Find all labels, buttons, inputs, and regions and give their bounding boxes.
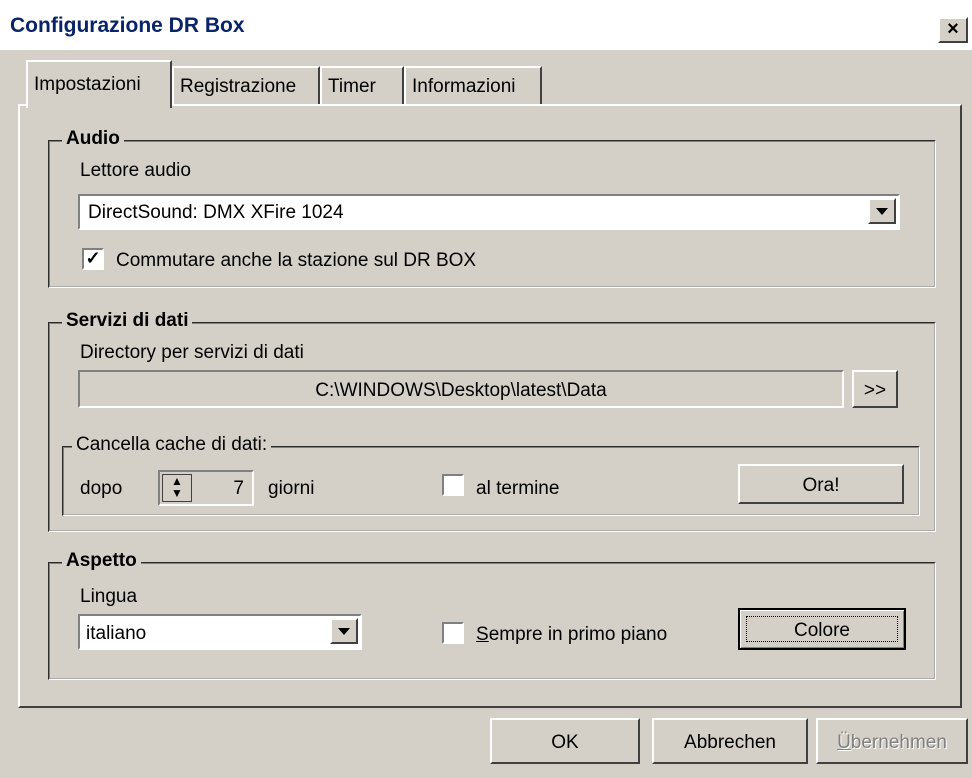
tab-label: Informazioni: [412, 76, 516, 97]
window-title: Configurazione DR Box: [10, 14, 245, 37]
data-services-legend: Servizi di dati: [62, 310, 193, 332]
on-exit-label: al termine: [476, 478, 560, 499]
dropdown-button[interactable]: [868, 198, 896, 224]
apply-label: bernehmen: [850, 732, 947, 753]
tab-label: Timer: [328, 76, 376, 97]
tab-informazioni[interactable]: Informazioni: [404, 66, 542, 106]
audio-legend: Audio: [62, 128, 124, 150]
tab-registrazione[interactable]: Registrazione: [172, 66, 320, 106]
color-button[interactable]: Colore: [738, 608, 906, 650]
cancel-button[interactable]: Abbrechen: [652, 718, 808, 764]
tab-label: Registrazione: [180, 76, 297, 97]
close-button[interactable]: ×: [938, 17, 968, 43]
chevron-down-icon: [338, 627, 350, 635]
cache-after-label: dopo: [80, 478, 123, 499]
cache-days-value: 7: [233, 478, 244, 499]
on-exit-checkbox[interactable]: [442, 474, 464, 496]
cancel-label: Abbrechen: [684, 732, 776, 753]
close-icon: ×: [947, 18, 959, 40]
accel-key: Ü: [837, 732, 851, 753]
always-on-top-checkbox[interactable]: [442, 622, 464, 644]
label-rest: empre in primo piano: [488, 624, 668, 645]
chevron-down-icon: [876, 207, 888, 215]
ok-label: OK: [551, 732, 579, 753]
language-label: Lingua: [80, 586, 138, 607]
clear-now-button[interactable]: Ora!: [738, 464, 904, 504]
language-value: italiano: [86, 623, 147, 644]
switch-station-label: Commutare anche la stazione sul DR BOX: [116, 250, 477, 271]
apply-button[interactable]: Übernehmen: [816, 718, 968, 764]
audio-player-value: DirectSound: DMX XFire 1024: [88, 202, 344, 223]
directory-label: Directory per servizi di dati: [80, 342, 304, 363]
appearance-legend: Aspetto: [62, 550, 141, 572]
browse-button[interactable]: >>: [852, 370, 898, 408]
tab-timer[interactable]: Timer: [320, 66, 404, 106]
tab-label: Impostazioni: [34, 74, 141, 95]
directory-value: C:\WINDOWS\Desktop\latest\Data: [315, 380, 607, 401]
audio-player-label: Lettore audio: [80, 160, 191, 181]
tab-impostazioni[interactable]: Impostazioni: [26, 60, 172, 108]
ok-button[interactable]: OK: [490, 718, 640, 764]
dropdown-button[interactable]: [330, 618, 358, 644]
directory-field: C:\WINDOWS\Desktop\latest\Data: [78, 370, 844, 408]
cache-legend: Cancella cache di dati:: [72, 434, 272, 456]
language-select[interactable]: italiano: [78, 614, 362, 650]
switch-station-checkbox[interactable]: ✓: [82, 248, 104, 270]
check-icon: ✓: [85, 248, 101, 268]
clear-now-label: Ora!: [802, 475, 840, 496]
always-on-top-label: Sempre in primo piano: [476, 624, 667, 646]
browse-label: >>: [863, 380, 887, 401]
cache-days-unit: giorni: [268, 478, 315, 499]
cache-days-spinner[interactable]: ▲ ▼ 7: [158, 470, 254, 506]
spin-arrows-icon[interactable]: ▲ ▼: [162, 474, 192, 502]
focus-ring: [746, 616, 898, 642]
accel-key: S: [476, 624, 489, 645]
audio-player-select[interactable]: DirectSound: DMX XFire 1024: [78, 194, 900, 230]
